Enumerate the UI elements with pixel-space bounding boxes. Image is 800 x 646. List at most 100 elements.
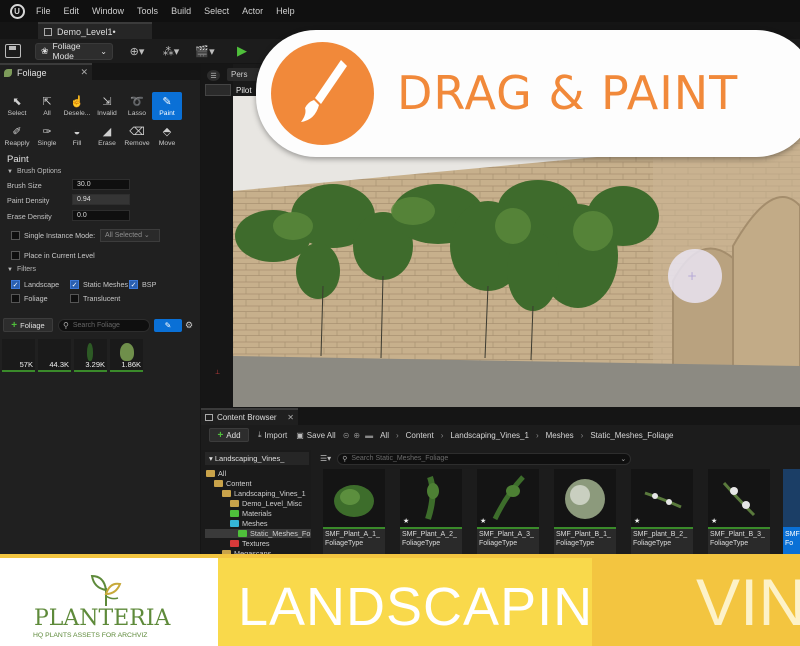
- tool-deselect[interactable]: ☝ Desele...: [62, 92, 92, 120]
- tool-paint[interactable]: ✎ Paint: [152, 92, 182, 120]
- save-icon[interactable]: [5, 44, 21, 58]
- foliage-type-item[interactable]: 57K: [2, 339, 35, 372]
- play-icon[interactable]: ▶: [233, 43, 251, 59]
- search-foliage-input[interactable]: ⚲ Search Foliage: [58, 318, 150, 332]
- tool-fill[interactable]: ◒ Fill: [62, 122, 92, 150]
- mode-select[interactable]: ❀ Foliage Mode ⌄: [35, 41, 113, 61]
- erase-icon: ◢: [102, 125, 112, 138]
- breadcrumb-all[interactable]: All: [380, 431, 389, 440]
- chevron-down-icon: ⌄: [620, 455, 627, 463]
- asset-search-input[interactable]: ⚲ Search Static_Meshes_Foliage ⌄: [337, 452, 632, 465]
- foliage-type-item[interactable]: 3.29K: [74, 339, 107, 372]
- foliage-type-item[interactable]: 44.3K: [38, 339, 71, 372]
- axis-gizmo-icon: ⊥: [215, 370, 221, 376]
- tool-select[interactable]: ⬉ Select: [2, 92, 32, 120]
- filters-header[interactable]: ▼ Filters: [7, 266, 193, 273]
- add-actor-icon[interactable]: ⊕▾: [127, 44, 147, 58]
- close-icon[interactable]: ✕: [80, 67, 88, 78]
- menu-tools[interactable]: Tools: [137, 6, 158, 16]
- pilot-camera-icon[interactable]: [205, 84, 231, 96]
- asset-tile[interactable]: ★ SMF_Plant_B_3_ FoliageType: [708, 469, 770, 554]
- brush-size-field[interactable]: 30.0: [72, 179, 130, 190]
- menu-actor[interactable]: Actor: [242, 6, 263, 16]
- tool-all[interactable]: ⇱ All: [32, 92, 62, 120]
- content-browser-tab[interactable]: Content Browser ✕: [201, 408, 298, 425]
- add-button[interactable]: + Add: [209, 428, 249, 442]
- paint-brush-icon: ✎: [164, 320, 172, 330]
- asset-tile[interactable]: ★ SMF_Plant_A_2_ FoliageType: [400, 469, 462, 554]
- menu-select[interactable]: Select: [204, 6, 229, 16]
- asset-tile[interactable]: SMF_Plant_A_1_ FoliageType: [323, 469, 385, 554]
- level-tab[interactable]: Demo_Level1•: [38, 22, 152, 39]
- collapse-triangle-icon: ▼: [7, 168, 13, 175]
- tree-item-static-meshes[interactable]: Static_Meshes_Fo: [205, 529, 311, 538]
- place-in-level-row: Place in Current Level: [11, 251, 95, 260]
- save-all-button[interactable]: ▣ Save All: [296, 431, 335, 440]
- filter-bsp-checkbox[interactable]: ✓: [129, 280, 138, 289]
- tree-item-landscaping[interactable]: Landscaping_Vines_1: [222, 489, 306, 498]
- landscaping-block: LANDSCAPING: [218, 554, 635, 646]
- tool-lasso[interactable]: ➰ Lasso: [122, 92, 152, 120]
- blueprint-icon[interactable]: ⁂▾: [161, 44, 181, 58]
- paint-toggle-button[interactable]: ✎: [154, 318, 182, 332]
- breadcrumb-content[interactable]: Content: [406, 431, 434, 440]
- gear-icon[interactable]: ⚙: [185, 320, 193, 331]
- tool-invalid[interactable]: ⇲ Invalid: [92, 92, 122, 120]
- filter-landscape-checkbox[interactable]: ✓: [11, 280, 20, 289]
- drag-paint-banner: DRAG & PAINT: [256, 30, 800, 157]
- asset-search-bar: ☰▾ ⚲ Search Static_Meshes_Foliage ⌄: [316, 452, 746, 465]
- single-icon: ✑: [42, 125, 52, 138]
- tool-reapply[interactable]: ✐ Reapply: [2, 122, 32, 150]
- breadcrumb-landscaping[interactable]: Landscaping_Vines_1: [450, 431, 529, 440]
- asset-tile[interactable]: ★ SMF_Plant_A_3_ FoliageType: [477, 469, 539, 554]
- close-icon[interactable]: ✕: [287, 413, 294, 422]
- tree-header[interactable]: ▾ Landscaping_Vines_: [205, 452, 309, 465]
- folder-tree: ▾ Landscaping_Vines_ All Content Landsca…: [201, 450, 311, 558]
- single-instance-checkbox[interactable]: [11, 231, 20, 240]
- add-foliage-button[interactable]: + Foliage: [3, 318, 53, 332]
- tool-single[interactable]: ✑ Single: [32, 122, 62, 150]
- tool-move[interactable]: ⬘ Move: [152, 122, 182, 150]
- asset-tile[interactable]: ★ SMF_plant_B_2_ FoliageType: [631, 469, 693, 554]
- instance-mode-select[interactable]: All Selected ⌄: [100, 229, 160, 242]
- save-icon: ▣: [296, 430, 304, 440]
- menu-file[interactable]: File: [36, 6, 51, 16]
- breadcrumb-static-meshes[interactable]: Static_Meshes_Foliage: [590, 431, 673, 440]
- place-in-level-checkbox[interactable]: [11, 251, 20, 260]
- plus-icon: +: [217, 429, 224, 441]
- back-icon[interactable]: ⊝: [343, 431, 350, 440]
- forward-icon[interactable]: ⊕: [353, 431, 360, 440]
- menu-help[interactable]: Help: [276, 6, 295, 16]
- folder-icon: [230, 510, 239, 517]
- tree-item-demo-level[interactable]: Demo_Level_Misc: [230, 499, 302, 508]
- filter-static-meshes-row: ✓ Static Meshes: [70, 280, 129, 289]
- vines-block: VINES: [592, 554, 800, 646]
- tool-erase[interactable]: ◢ Erase: [92, 122, 122, 150]
- tree-item-textures[interactable]: Textures: [230, 539, 270, 548]
- viewport-left-strip: [201, 64, 233, 407]
- filter-static-meshes-checkbox[interactable]: ✓: [70, 280, 79, 289]
- cinematics-icon[interactable]: 🎬▾: [195, 44, 215, 58]
- tool-remove[interactable]: ⌫ Remove: [122, 122, 152, 150]
- menu-build[interactable]: Build: [171, 6, 191, 16]
- filter-icon[interactable]: ☰▾: [320, 454, 331, 463]
- menu-window[interactable]: Window: [92, 6, 124, 16]
- tree-item-meshes[interactable]: Meshes: [230, 519, 268, 528]
- tree-item-content[interactable]: Content: [214, 479, 252, 488]
- filter-translucent-checkbox[interactable]: [70, 294, 79, 303]
- asset-tile-selected[interactable]: SMF Fo: [783, 469, 800, 554]
- foliage-type-item[interactable]: 1.86K: [110, 339, 143, 372]
- paint-density-field[interactable]: 0.94: [72, 194, 130, 205]
- import-button[interactable]: ⤓ Import: [258, 430, 287, 440]
- filter-foliage-checkbox[interactable]: [11, 294, 20, 303]
- erase-density-field[interactable]: 0.0: [72, 210, 130, 221]
- brush-options-header[interactable]: ▼ Brush Options: [7, 168, 193, 175]
- breadcrumb-meshes[interactable]: Meshes: [546, 431, 574, 440]
- tree-item-materials[interactable]: Materials: [230, 509, 272, 518]
- menu-edit[interactable]: Edit: [64, 6, 80, 16]
- asset-tile[interactable]: SMF_Plant_B_1_ FoliageType: [554, 469, 616, 554]
- foliage-tab[interactable]: Foliage ✕: [0, 63, 92, 80]
- viewport-menu-icon[interactable]: ☰: [207, 70, 220, 81]
- tree-item-all[interactable]: All: [206, 469, 226, 478]
- asset-thumbnail: [783, 469, 800, 527]
